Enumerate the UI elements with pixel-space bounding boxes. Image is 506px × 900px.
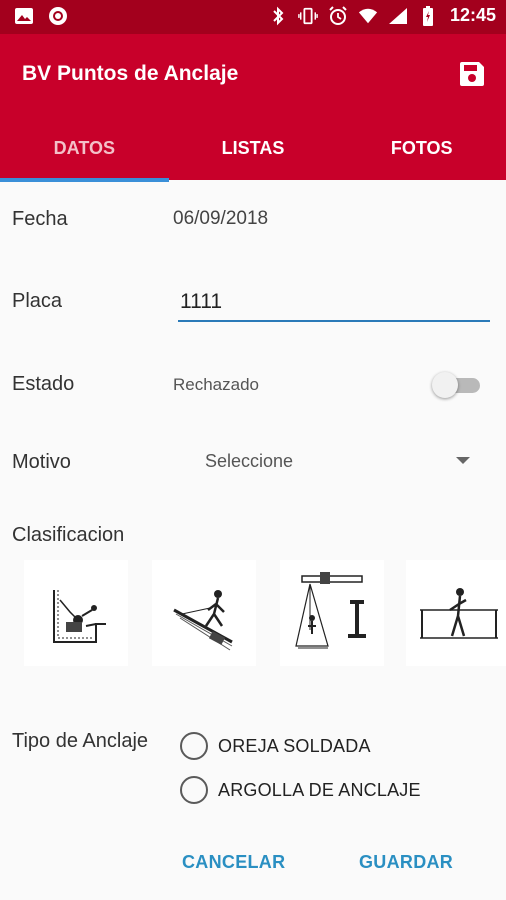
image-icon (14, 6, 34, 26)
lifeline-worker-image[interactable] (406, 560, 506, 666)
vibrate-icon (298, 6, 318, 26)
cancel-button[interactable]: CANCELAR (182, 852, 285, 873)
fecha-label: Fecha (12, 208, 68, 230)
tab-bar: DATOS LISTAS FOTOS (0, 118, 506, 182)
tab-listas[interactable]: LISTAS (169, 118, 338, 180)
battery-icon (418, 5, 438, 26)
radio-oreja-soldada[interactable]: OREJA SOLDADA (180, 732, 371, 760)
alarm-icon (328, 5, 348, 26)
clasificacion-label: Clasificacion (12, 524, 125, 546)
radio-circle-icon (180, 732, 208, 760)
motivo-dropdown[interactable]: Seleccione (200, 445, 480, 479)
tab-fotos[interactable]: FOTOS (337, 118, 506, 180)
wifi-icon (358, 6, 378, 26)
estado-switch[interactable] (432, 372, 482, 398)
signal-icon (388, 6, 408, 26)
status-bar-left (14, 6, 68, 26)
motivo-selected: Seleccione (205, 451, 294, 471)
sloped-roof-worker-image[interactable] (152, 560, 256, 666)
switch-thumb (432, 372, 458, 398)
motivo-label: Motivo (12, 451, 71, 473)
clasificacion-images (0, 560, 506, 668)
save-icon[interactable] (456, 58, 488, 90)
fall-arrest-corner-image[interactable] (24, 560, 128, 666)
save-button[interactable]: GUARDAR (359, 852, 453, 873)
status-bar-right: 12:45 (268, 5, 496, 26)
beam-anchor-image[interactable] (280, 560, 384, 666)
app-bar: BV Puntos de Anclaje (0, 34, 506, 118)
app-title: BV Puntos de Anclaje (22, 62, 239, 85)
tipo-anclaje-label: Tipo de Anclaje (12, 730, 149, 752)
dropdown-arrow-icon (456, 457, 470, 464)
radio-circle-icon (180, 776, 208, 804)
fecha-value[interactable]: 06/09/2018 (173, 208, 268, 230)
radio-label: ARGOLLA DE ANCLAJE (218, 779, 421, 800)
radio-argolla-anclaje[interactable]: ARGOLLA DE ANCLAJE (180, 776, 421, 804)
status-bar: 12:45 (0, 0, 506, 34)
estado-value: Rechazado (173, 375, 260, 394)
clock-time: 12:45 (449, 5, 496, 25)
placa-label: Placa (12, 290, 63, 312)
tab-datos[interactable]: DATOS (0, 118, 169, 182)
estado-label: Estado (12, 373, 75, 395)
placa-input[interactable] (178, 284, 490, 322)
radio-label: OREJA SOLDADA (218, 735, 371, 756)
record-icon (48, 6, 68, 26)
bluetooth-icon (268, 6, 288, 26)
